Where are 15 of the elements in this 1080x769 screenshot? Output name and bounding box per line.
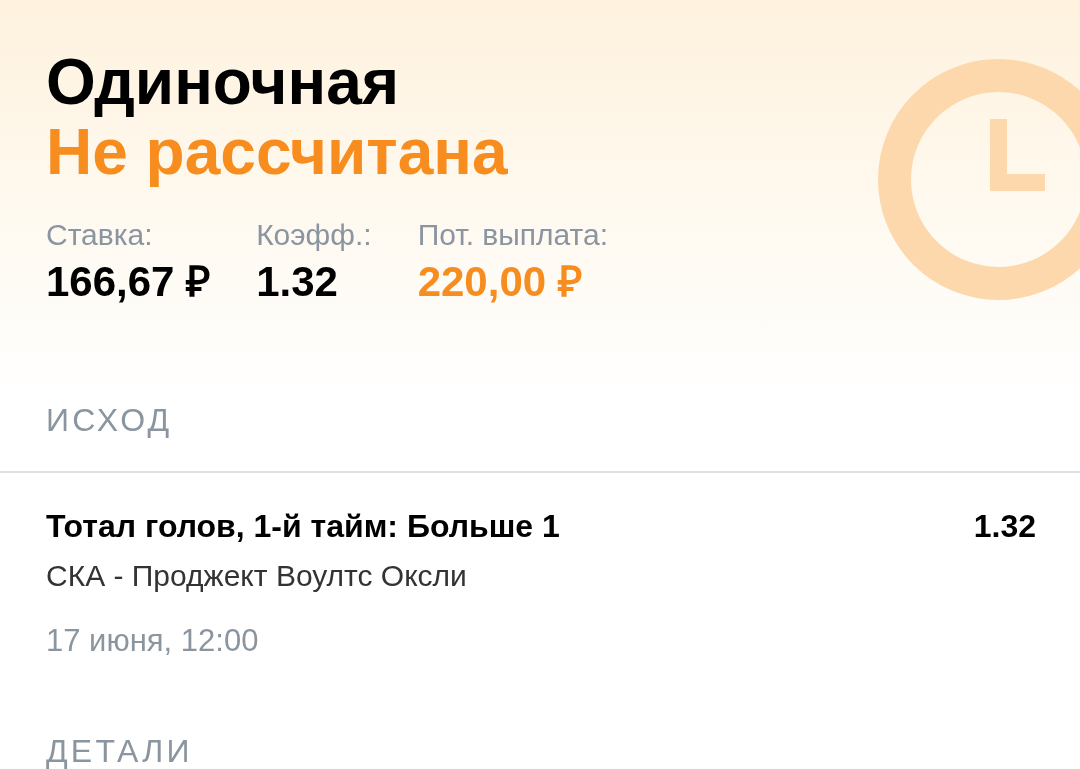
stat-value: 166,67 ₽: [46, 258, 211, 306]
section-heading: ДЕТАЛИ: [46, 732, 193, 769]
event-name: СКА - Проджект Воултс Оксли: [46, 558, 467, 594]
clock-icon: [878, 59, 1080, 300]
outcome-market: Тотал голов, 1-й тайм: Больше 1: [46, 507, 560, 546]
stat-value: 1.32: [256, 258, 339, 306]
outcome-odds: 1.32: [973, 507, 1036, 546]
event-date: 17 июня, 12:00: [46, 622, 259, 660]
stat-label: Пот. выплата:: [417, 217, 609, 253]
stat-label: Коэфф.:: [256, 217, 372, 253]
bet-status: Не рассчитана: [46, 117, 508, 187]
bet-type-title: Одиночная: [46, 47, 400, 117]
stat-value: 220,00 ₽: [417, 258, 583, 306]
section-heading: ИСХОД: [46, 401, 173, 440]
stat-label: Ставка:: [46, 217, 154, 253]
